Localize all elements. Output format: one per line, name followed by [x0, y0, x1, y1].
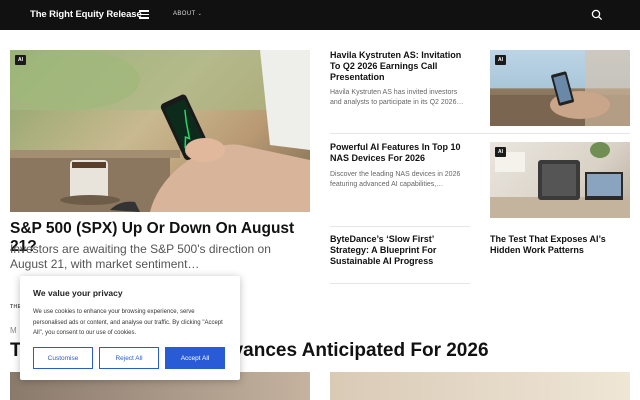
card-title[interactable]: Powerful AI Features In Top 10 NAS Devic…	[330, 142, 470, 164]
card-title[interactable]: Havila Kystruten AS: Invitation To Q2 20…	[330, 50, 470, 83]
card-description: Havila Kystruten AS has invited investor…	[330, 89, 464, 106]
section-meta: M	[10, 326, 17, 335]
top-nav-bar: The Right Equity Release ABOUT ⌄	[0, 0, 640, 30]
nav-about-label: ABOUT	[173, 11, 196, 17]
reject-all-button[interactable]: Reject All	[99, 347, 159, 369]
nav-about-link[interactable]: ABOUT ⌄	[173, 11, 202, 17]
hero-photo	[10, 50, 310, 212]
divider	[330, 226, 470, 227]
hero-tag[interactable]: AI	[15, 55, 26, 65]
card-description: Discover the leading NAS devices in 2026…	[330, 171, 461, 188]
bottom-image[interactable]	[330, 372, 630, 400]
card-photo	[490, 50, 630, 126]
search-icon[interactable]	[591, 9, 603, 21]
cookie-buttons: Customise Reject All Accept All	[33, 347, 225, 369]
cookie-title: We value your privacy	[33, 288, 123, 298]
cookie-consent-dialog: We value your privacy We use cookies to …	[20, 276, 240, 380]
card-title[interactable]: The Test That Exposes AI’s Hidden Work P…	[490, 234, 635, 256]
card-tag[interactable]: AI	[495, 55, 506, 65]
divider	[330, 133, 630, 134]
hero-image[interactable]: AI	[10, 50, 310, 212]
cookie-text: We use cookies to enhance your browsing …	[33, 309, 223, 336]
hamburger-menu-icon[interactable]	[139, 10, 149, 19]
card-title[interactable]: ByteDance’s ‘Slow First’ Strategy: A Blu…	[330, 234, 475, 267]
card-image[interactable]: AI	[490, 50, 630, 126]
hero-description: Investors are awaiting the S&P 500's dir…	[10, 242, 271, 271]
card-tag[interactable]: AI	[495, 147, 506, 157]
divider	[330, 283, 470, 284]
card-photo	[490, 142, 630, 218]
card-image[interactable]: AI	[490, 142, 630, 218]
chevron-down-icon: ⌄	[197, 11, 203, 17]
site-brand[interactable]: The Right Equity Release	[30, 9, 142, 20]
customise-button[interactable]: Customise	[33, 347, 93, 369]
section-title-end: vances Anticipated For 2026	[232, 340, 489, 361]
accept-all-button[interactable]: Accept All	[165, 347, 225, 369]
